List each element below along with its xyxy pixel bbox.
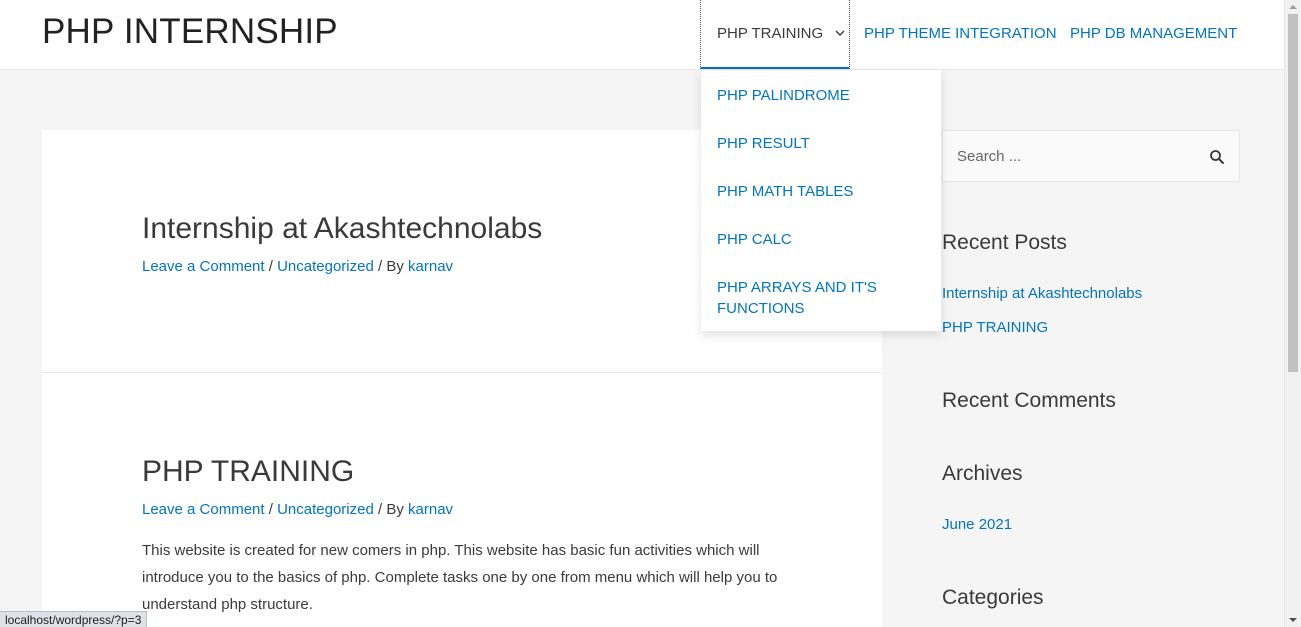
archive-link[interactable]: June 2021 <box>942 516 1012 533</box>
by-label: By <box>386 258 404 275</box>
post-excerpt: This website is created for new comers i… <box>142 542 778 613</box>
submenu-item-php-calc[interactable]: PHP CALC <box>717 229 917 250</box>
categories-title: Categories <box>942 586 1044 609</box>
page: PHP INTERNSHIP PHP TRAINING PHP THEME IN… <box>0 0 1301 627</box>
search-input[interactable] <box>943 131 1193 181</box>
submenu-item-php-math-tables[interactable]: PHP MATH TABLES <box>717 181 917 202</box>
scroll-down-arrow-icon[interactable] <box>1289 618 1297 622</box>
recent-comments-title: Recent Comments <box>942 389 1116 412</box>
submenu-item-php-palindrome[interactable]: PHP PALINDROME <box>717 85 917 106</box>
site-header: PHP INTERNSHIP PHP TRAINING PHP THEME IN… <box>0 0 1284 70</box>
author-link[interactable]: karnav <box>408 258 453 275</box>
meta-separator: / <box>268 258 278 275</box>
search-icon[interactable] <box>1209 149 1225 165</box>
nav-item-php-db-management[interactable]: PHP DB MANAGEMENT <box>1070 0 1237 69</box>
nav-item-php-training[interactable]: PHP TRAINING <box>700 0 850 69</box>
status-bar-url: localhost/wordpress/?p=3 <box>0 611 148 627</box>
leave-comment-link[interactable]: Leave a Comment <box>142 258 265 275</box>
post-title[interactable]: PHP TRAINING <box>142 455 354 489</box>
category-link[interactable]: Uncategorized <box>277 258 374 275</box>
post-divider <box>42 372 882 373</box>
vertical-scrollbar[interactable] <box>1284 0 1301 627</box>
submenu-item-php-arrays[interactable]: PHP ARRAYS AND IT'S FUNCTIONS <box>717 277 917 319</box>
submenu-item-php-result[interactable]: PHP RESULT <box>717 133 917 154</box>
scrollbar-thumb[interactable] <box>1288 14 1298 372</box>
site-title[interactable]: PHP INTERNSHIP <box>42 12 338 52</box>
chevron-down-icon <box>835 0 845 66</box>
search-form <box>942 130 1240 182</box>
nav-item-php-theme-integration[interactable]: PHP THEME INTEGRATION <box>864 0 1057 69</box>
archives-title: Archives <box>942 462 1023 485</box>
recent-posts-title: Recent Posts <box>942 231 1067 254</box>
category-link[interactable]: Uncategorized <box>277 501 374 518</box>
post-meta: Leave a Comment / Uncategorized / By kar… <box>142 258 453 275</box>
recent-post-link[interactable]: PHP TRAINING <box>942 319 1048 336</box>
by-label: By <box>386 501 404 518</box>
author-link[interactable]: karnav <box>408 501 453 518</box>
recent-post-link[interactable]: Internship at Akashtechnolabs <box>942 285 1142 302</box>
scroll-up-arrow-icon[interactable] <box>1289 5 1297 9</box>
post-meta: Leave a Comment / Uncategorized / By kar… <box>142 501 453 518</box>
php-training-submenu: PHP PALINDROME PHP RESULT PHP MATH TABLE… <box>701 70 941 331</box>
nav-item-label: PHP TRAINING <box>717 25 824 42</box>
meta-separator: / <box>268 501 278 518</box>
post-title[interactable]: Internship at Akashtechnolabs <box>142 212 542 246</box>
leave-comment-link[interactable]: Leave a Comment <box>142 501 265 518</box>
